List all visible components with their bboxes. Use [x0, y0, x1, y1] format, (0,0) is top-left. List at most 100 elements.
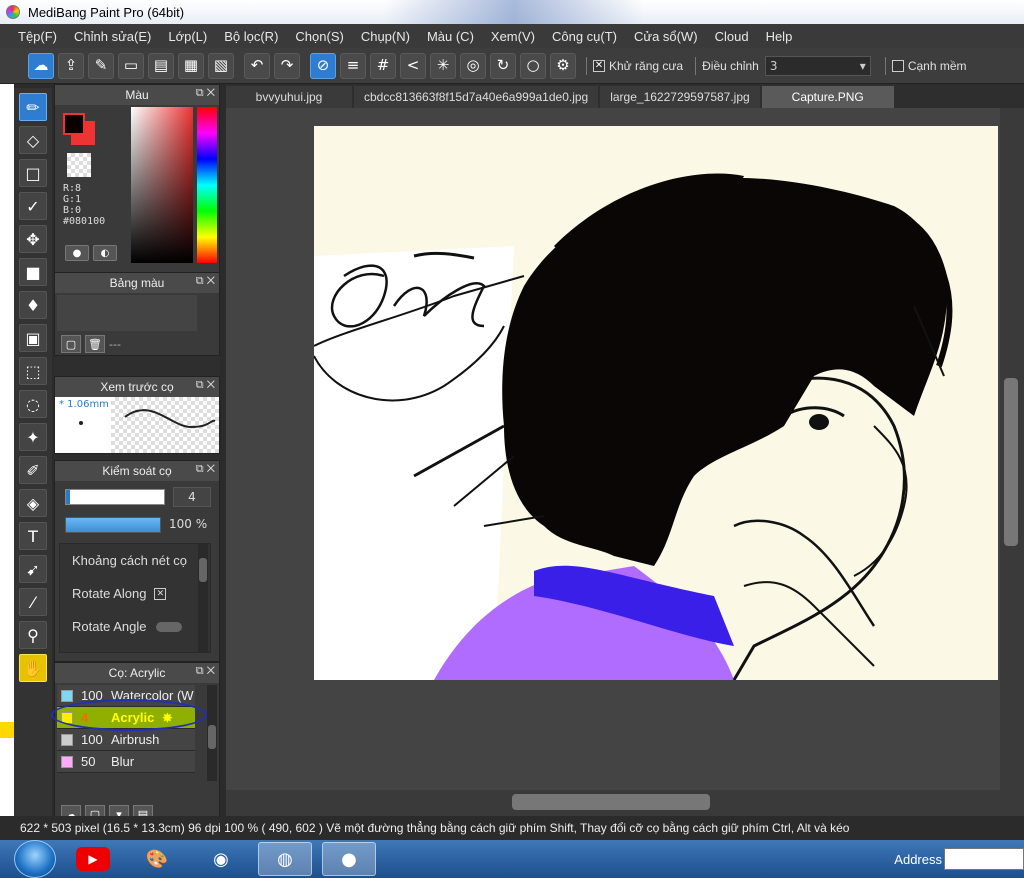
- text-tool-icon[interactable]: T: [19, 522, 47, 550]
- select-pen-tool-icon[interactable]: ✐: [19, 456, 47, 484]
- panel-float-close-icon[interactable]: ⧉ ✕: [196, 463, 215, 476]
- brush-list-scrollbar[interactable]: [207, 685, 217, 781]
- taskbar-coccoc-icon[interactable]: ◉: [194, 842, 248, 876]
- panel-float-close-icon[interactable]: ⧉ ✕: [196, 665, 215, 678]
- select-tool-icon[interactable]: ⬚: [19, 357, 47, 385]
- select-eraser-tool-icon[interactable]: ◈: [19, 489, 47, 517]
- canvas-workspace[interactable]: [226, 108, 1000, 790]
- horizontal-scrollbar[interactable]: [226, 790, 1024, 816]
- cloud-save-icon[interactable]: ☁: [28, 52, 54, 79]
- comment-icon[interactable]: ✎: [88, 52, 114, 79]
- magic-wand-tool-icon[interactable]: ✦: [19, 423, 47, 451]
- circle-snap-icon[interactable]: ◎: [460, 52, 486, 79]
- adjust-dropdown[interactable]: 3 ▾: [764, 55, 871, 76]
- address-input[interactable]: [944, 848, 1024, 870]
- rotate-angle-slider[interactable]: [156, 621, 183, 632]
- perspective-snap-icon[interactable]: <: [400, 52, 426, 79]
- share-icon[interactable]: ⇪: [58, 52, 84, 79]
- brush-list-scroll-thumb[interactable]: [208, 725, 216, 749]
- options-scroll-thumb[interactable]: [199, 558, 207, 582]
- menu-capture[interactable]: Chụp(N): [361, 29, 410, 44]
- saturation-value-picker[interactable]: [131, 107, 193, 263]
- dot-tool-icon[interactable]: ✓: [19, 192, 47, 220]
- rotate-along-option[interactable]: Rotate Along ✕: [60, 577, 210, 610]
- menu-layer[interactable]: Lớp(L): [168, 29, 207, 44]
- move-tool-icon[interactable]: ✥: [19, 225, 47, 253]
- palette-link-icon[interactable]: ◐: [93, 245, 117, 261]
- vertical-scrollbar[interactable]: [1000, 108, 1024, 790]
- brush-item-airbrush[interactable]: 100 Airbrush: [57, 729, 195, 751]
- tab-large[interactable]: large_1622729597587.jpg: [600, 86, 760, 108]
- menu-file[interactable]: Tệp(F): [18, 29, 57, 44]
- menu-cloud[interactable]: Cloud: [715, 29, 749, 44]
- undo-icon[interactable]: ↶: [244, 52, 270, 79]
- transparent-swatch[interactable]: [67, 153, 91, 177]
- brush-size-input[interactable]: 4: [173, 487, 211, 507]
- tab-bvvyuhui[interactable]: bvvyuhui.jpg: [226, 86, 352, 108]
- tab-cbdcc[interactable]: cbdcc813663f8f15d7a40e6a999a1de0.jpg: [354, 86, 599, 108]
- eyedropper-tool-icon[interactable]: ⚲: [19, 621, 47, 649]
- brush-item-blur[interactable]: 50 Blur: [57, 751, 195, 773]
- brush-item-size: 50: [81, 754, 96, 769]
- grid-snap-icon[interactable]: #: [370, 52, 396, 79]
- brush-size-slider[interactable]: [65, 489, 165, 505]
- page-settings-icon[interactable]: ▦: [178, 52, 204, 79]
- menu-tools[interactable]: Công cụ(T): [552, 29, 617, 44]
- snap-settings-gear-icon[interactable]: ⚙: [550, 52, 576, 79]
- taskbar-medibang-icon[interactable]: ●: [322, 842, 376, 876]
- start-button-icon[interactable]: [14, 840, 56, 878]
- bucket-tool-icon[interactable]: ♦: [19, 291, 47, 319]
- artwork-image: [314, 173, 953, 680]
- snap-off-icon[interactable]: ⊘: [310, 52, 336, 79]
- foreground-color-swatch[interactable]: [63, 113, 85, 135]
- panel-float-close-icon[interactable]: ⧉ ✕: [196, 379, 215, 392]
- menu-filter[interactable]: Bộ lọc(R): [224, 29, 278, 44]
- new-palette-icon[interactable]: ▢: [61, 335, 81, 353]
- soft-edge-checkbox[interactable]: [891, 59, 904, 72]
- eraser-tool-icon[interactable]: ◇: [19, 126, 47, 154]
- menu-edit[interactable]: Chỉnh sửa(E): [74, 29, 151, 44]
- brush-tool-icon[interactable]: ✏: [19, 93, 47, 121]
- page-edit-icon[interactable]: ▧: [208, 52, 234, 79]
- page-icon[interactable]: ▤: [148, 52, 174, 79]
- rectangle-tool-icon[interactable]: □: [19, 159, 47, 187]
- antialias-checkbox[interactable]: ✕: [593, 59, 605, 72]
- hue-slider[interactable]: [197, 107, 217, 263]
- radial-snap-icon[interactable]: ✳: [430, 52, 456, 79]
- lasso-tool-icon[interactable]: ◌: [19, 390, 47, 418]
- drawing-canvas[interactable]: [314, 126, 998, 680]
- vertical-scroll-thumb[interactable]: [1004, 378, 1018, 546]
- color-panel-body: R:8 G:1 B:0 #080100 ● ◐: [55, 105, 219, 273]
- menu-view[interactable]: Xem(V): [491, 29, 535, 44]
- operation-tool-icon[interactable]: ➹: [19, 555, 47, 583]
- panel-float-close-icon[interactable]: ⧉ ✕: [196, 87, 215, 100]
- gradient-tool-icon[interactable]: ▣: [19, 324, 47, 352]
- add-color-icon[interactable]: ●: [65, 245, 89, 261]
- panel-float-close-icon[interactable]: ⧉ ✕: [196, 275, 215, 288]
- tab-capture[interactable]: Capture.PNG: [761, 86, 894, 108]
- horizontal-scroll-thumb[interactable]: [512, 794, 710, 810]
- parallel-snap-icon[interactable]: ≡: [340, 52, 366, 79]
- menu-select[interactable]: Chọn(S): [295, 29, 343, 44]
- brush-opacity-slider[interactable]: [65, 517, 161, 533]
- taskbar-youtube[interactable]: ▶: [66, 842, 120, 876]
- hand-tool-icon[interactable]: ✋: [19, 654, 47, 682]
- spacing-option[interactable]: Khoảng cách nét cọ: [60, 544, 210, 577]
- menu-color[interactable]: Màu (C): [427, 29, 474, 44]
- taskbar-chrome-icon[interactable]: ◍: [258, 842, 312, 876]
- rotate-angle-option[interactable]: Rotate Angle: [60, 610, 210, 643]
- divide-tool-icon[interactable]: ⁄: [19, 588, 47, 616]
- curve-snap-icon[interactable]: ↻: [490, 52, 516, 79]
- ellipse-snap-icon[interactable]: ○: [520, 52, 546, 79]
- rotate-along-checkbox[interactable]: ✕: [154, 587, 167, 600]
- trash-icon[interactable]: 🗑: [85, 335, 105, 353]
- menu-help[interactable]: Help: [766, 29, 793, 44]
- options-scrollbar[interactable]: [198, 544, 208, 652]
- fill-shape-tool-icon[interactable]: ■: [19, 258, 47, 286]
- redo-icon[interactable]: ↷: [274, 52, 300, 79]
- palette-swatch-area[interactable]: [57, 295, 197, 331]
- taskbar-paint-icon[interactable]: 🎨: [130, 842, 184, 876]
- menu-window[interactable]: Cửa sổ(W): [634, 29, 698, 44]
- speech-bubble-icon[interactable]: ▭: [118, 52, 144, 79]
- antialias-label: Khử răng cưa: [609, 58, 684, 73]
